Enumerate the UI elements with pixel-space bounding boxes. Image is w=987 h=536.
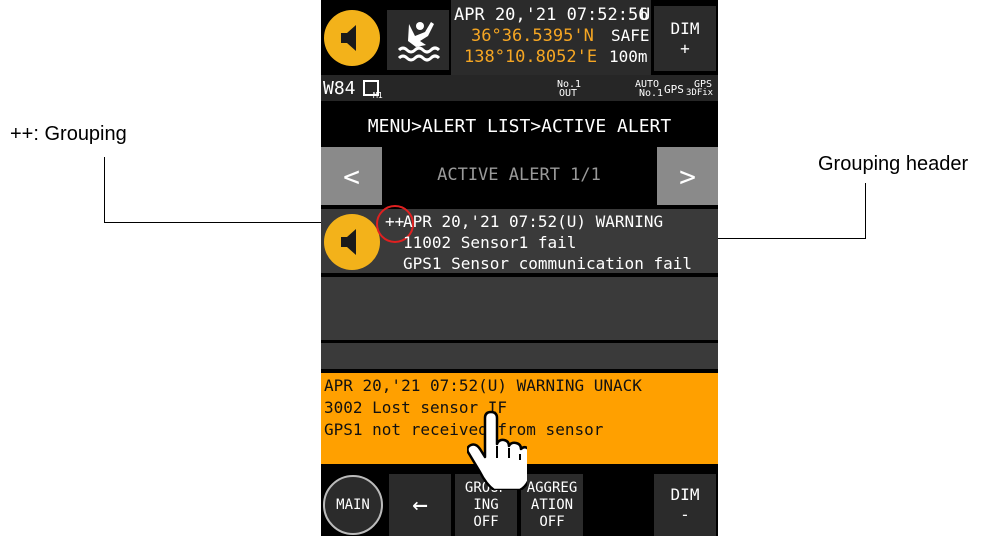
dim-minus-label: DIM — [670, 485, 700, 504]
header-safety: SAFE — [611, 26, 650, 45]
grouping-label-2: ING — [473, 496, 499, 513]
header-latitude: 36°36.5395'N — [471, 26, 594, 46]
empty-alert-row-2 — [321, 343, 718, 369]
grouping-label-3: OFF — [473, 513, 499, 530]
empty-alert-row-1 — [321, 277, 718, 340]
status-gps-fix-bottom: 3DFix — [686, 88, 714, 98]
speaker-icon — [341, 229, 356, 255]
aggregation-toggle-button[interactable]: AGGREG ATION OFF — [521, 474, 583, 536]
back-button[interactable]: ← — [389, 474, 451, 536]
status-gps: GPS — [664, 83, 684, 96]
header-depth: 100m — [609, 47, 648, 66]
alert-unack-line1: APR 20,'21 07:52(U) WARNING UNACK — [324, 376, 642, 395]
alert-speaker-button[interactable] — [324, 10, 380, 66]
aggregation-label-1: AGGREG — [526, 479, 578, 496]
next-page-button[interactable]: > — [657, 147, 718, 205]
next-page-label: > — [679, 159, 696, 193]
person-overboard-icon — [397, 22, 441, 62]
person-overboard-button[interactable] — [387, 10, 449, 70]
prev-page-button[interactable]: < — [321, 147, 382, 205]
status-no1-bottom: OUT — [559, 88, 578, 99]
dim-minus-button[interactable]: DIM - — [654, 474, 716, 536]
annotation-line-left-vertical — [104, 157, 105, 223]
status-waypoint: W84 — [323, 78, 356, 99]
annotation-line-right-horizontal — [712, 238, 866, 239]
pager-title: ACTIVE ALERT 1/1 — [437, 165, 601, 185]
annotation-grouping-label: ++: Grouping — [10, 123, 127, 145]
dim-plus-sign: + — [680, 38, 690, 58]
prev-page-label: < — [343, 159, 360, 193]
alert-group-speaker — [324, 214, 380, 270]
main-label: MAIN — [336, 497, 370, 513]
breadcrumb: MENU>ALERT LIST>ACTIVE ALERT — [367, 116, 672, 137]
annotation-grouping-header-label: Grouping header — [818, 153, 969, 175]
header-time-mode: U — [640, 5, 651, 25]
dim-minus-sign: - — [680, 505, 690, 524]
aggregation-label-2: ATION — [530, 496, 574, 513]
alert-unack-line3: GPS1 not received from sensor — [324, 420, 604, 439]
header-longitude: 138°10.8052'E — [464, 47, 598, 67]
header-datetime: APR 20,'21 07:52:56 — [454, 5, 649, 25]
dim-plus-label: DIM — [670, 18, 700, 38]
alert-group-line1: APR 20,'21 07:52(U) WARNING — [403, 212, 664, 231]
arrow-left-icon: ← — [412, 490, 428, 520]
main-button[interactable]: MAIN — [323, 475, 383, 535]
alert-group-line2: 11002 Sensor1 fail — [403, 233, 577, 252]
alert-group-line3: GPS1 Sensor communication fail — [403, 254, 692, 273]
hand-pointer-icon — [467, 410, 527, 490]
status-auto-bottom: No.1 — [639, 88, 664, 99]
status-m1: M1 — [373, 91, 383, 100]
dim-plus-button[interactable]: DIM + — [654, 6, 716, 71]
annotation-line-right-vertical — [865, 183, 866, 239]
device-screen: APR 20,'21 07:52:56 U 36°36.5395'N 138°1… — [321, 0, 718, 536]
speaker-icon — [341, 25, 356, 51]
aggregation-label-3: OFF — [539, 513, 565, 530]
